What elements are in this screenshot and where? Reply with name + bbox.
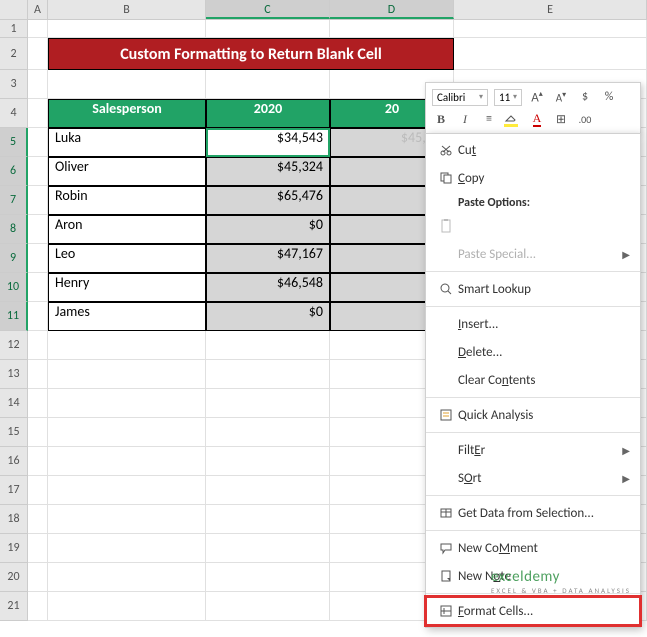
menu-filter[interactable]: FiltEr ▶ bbox=[426, 436, 640, 464]
scissors-icon bbox=[434, 143, 458, 157]
menu-cut[interactable]: Cut bbox=[426, 136, 640, 164]
title-cell[interactable]: Custom Formatting to Return Blank Cell bbox=[48, 38, 454, 70]
fill-color-icon[interactable] bbox=[504, 113, 522, 125]
row-header-16[interactable]: 16 bbox=[0, 447, 28, 476]
cell-name[interactable]: Leo bbox=[48, 244, 206, 273]
format-cells-icon bbox=[434, 604, 458, 618]
active-cell[interactable]: $34,543 bbox=[206, 128, 330, 157]
menu-clear-contents[interactable]: Clear Contents bbox=[426, 366, 640, 394]
row-header-9[interactable]: 9 bbox=[0, 244, 28, 273]
row-header-11[interactable]: 11 bbox=[0, 302, 28, 331]
select-all-corner[interactable] bbox=[0, 0, 28, 19]
mini-toolbar: Calibri▾ 11▾ A▴ A▾ $ % B I ≡ A ⊞ .00 bbox=[425, 82, 641, 134]
cell-name[interactable]: James bbox=[48, 302, 206, 331]
copy-icon bbox=[434, 171, 458, 185]
row-header-8[interactable]: 8 bbox=[0, 215, 28, 244]
decrease-font-icon[interactable]: A▾ bbox=[552, 90, 570, 105]
cell-val[interactable]: $65,476 bbox=[206, 186, 330, 215]
comment-icon bbox=[434, 541, 458, 555]
menu-smart-lookup[interactable]: Smart Lookup bbox=[426, 275, 640, 303]
menu-new-comment[interactable]: New CoMment bbox=[426, 534, 640, 562]
font-color-icon[interactable]: A bbox=[528, 112, 546, 126]
cell-name[interactable]: Robin bbox=[48, 186, 206, 215]
row-header-13[interactable]: 13 bbox=[0, 360, 28, 389]
italic-button[interactable]: I bbox=[456, 112, 474, 127]
clipboard-icon bbox=[434, 218, 458, 234]
header-salesperson[interactable]: Salesperson bbox=[48, 99, 206, 128]
font-selector[interactable]: Calibri▾ bbox=[432, 89, 488, 106]
increase-font-icon[interactable]: A▴ bbox=[528, 89, 546, 105]
row-header-17[interactable]: 17 bbox=[0, 476, 28, 505]
menu-paste bbox=[426, 212, 640, 240]
quick-analysis-icon bbox=[434, 408, 458, 422]
row-header-5[interactable]: 5 bbox=[0, 128, 28, 157]
row-header-18[interactable]: 18 bbox=[0, 505, 28, 534]
col-header-c[interactable]: C bbox=[206, 0, 330, 19]
col-header-b[interactable]: B bbox=[48, 0, 206, 19]
row-header-10[interactable]: 10 bbox=[0, 273, 28, 302]
row-header-2[interactable]: 2 bbox=[0, 38, 28, 70]
row-2: 2 Custom Formatting to Return Blank Cell bbox=[0, 38, 647, 70]
row-header-12[interactable]: 12 bbox=[0, 331, 28, 360]
paste-options-header: Paste Options: bbox=[426, 192, 640, 212]
cell-name[interactable]: Oliver bbox=[48, 157, 206, 186]
row-header-1[interactable]: 1 bbox=[0, 20, 28, 38]
row-header-4[interactable]: 4 bbox=[0, 99, 28, 128]
font-size-selector[interactable]: 11▾ bbox=[494, 89, 522, 106]
row-header-6[interactable]: 6 bbox=[0, 157, 28, 186]
row-header-21[interactable]: 21 bbox=[0, 592, 28, 621]
row-header-15[interactable]: 15 bbox=[0, 418, 28, 447]
note-icon bbox=[434, 569, 458, 583]
cell-val[interactable]: $0 bbox=[206, 302, 330, 331]
menu-insert[interactable]: Insert... bbox=[426, 310, 640, 338]
cell-val[interactable]: $46,548 bbox=[206, 273, 330, 302]
row-header-14[interactable]: 14 bbox=[0, 389, 28, 418]
row-header-7[interactable]: 7 bbox=[0, 186, 28, 215]
watermark: exceldemy EXCEL & VBA + DATA ANALYSIS bbox=[491, 568, 631, 595]
row-header-19[interactable]: 19 bbox=[0, 534, 28, 563]
currency-icon[interactable]: $ bbox=[576, 90, 594, 104]
menu-paste-special: Paste Special... ▶ bbox=[426, 240, 640, 268]
menu-copy[interactable]: Copy bbox=[426, 164, 640, 192]
search-icon bbox=[434, 282, 458, 296]
context-menu: Cut Copy Paste Options: Paste Special...… bbox=[425, 133, 641, 628]
col-header-a[interactable]: A bbox=[28, 0, 48, 19]
table-icon bbox=[434, 506, 458, 520]
row-1: 1 bbox=[0, 20, 647, 38]
menu-get-data[interactable]: Get Data from Selection... bbox=[426, 499, 640, 527]
decimal-icon[interactable]: .00 bbox=[576, 113, 594, 126]
row-header-3[interactable]: 3 bbox=[0, 70, 28, 99]
cell-name[interactable]: Luka bbox=[48, 128, 206, 157]
cell-val[interactable]: $47,167 bbox=[206, 244, 330, 273]
col-header-e[interactable]: E bbox=[454, 0, 647, 19]
border-icon[interactable]: ⊞ bbox=[552, 112, 570, 127]
menu-sort[interactable]: SOrt ▶ bbox=[426, 464, 640, 492]
menu-quick-analysis[interactable]: Quick Analysis bbox=[426, 401, 640, 429]
percent-icon[interactable]: % bbox=[600, 90, 618, 104]
row-header-20[interactable]: 20 bbox=[0, 563, 28, 592]
cell-val[interactable]: $45,324 bbox=[206, 157, 330, 186]
align-icon[interactable]: ≡ bbox=[480, 112, 498, 126]
menu-delete[interactable]: Delete... bbox=[426, 338, 640, 366]
cell-name[interactable]: Aron bbox=[48, 215, 206, 244]
bold-button[interactable]: B bbox=[432, 112, 450, 127]
col-header-d[interactable]: D bbox=[330, 0, 454, 19]
header-2020[interactable]: 2020 bbox=[206, 99, 330, 128]
cell-name[interactable]: Henry bbox=[48, 273, 206, 302]
cell-val[interactable]: $0 bbox=[206, 215, 330, 244]
column-headers: A B C D E bbox=[0, 0, 647, 20]
menu-format-cells[interactable]: Format Cells... bbox=[426, 597, 640, 625]
